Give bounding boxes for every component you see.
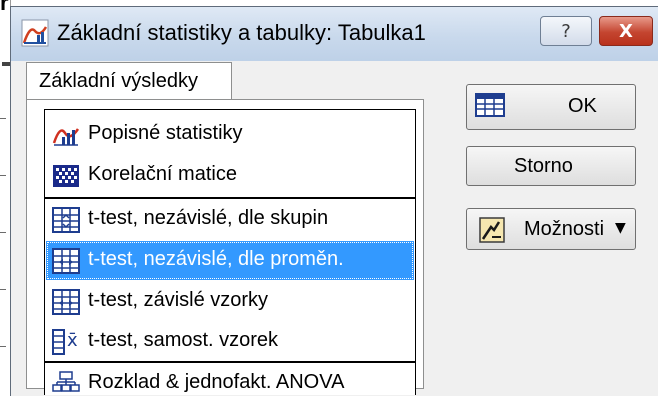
cancel-label: Storno xyxy=(514,155,573,177)
x-bar-symbol: x̄ xyxy=(67,330,78,351)
background-mark xyxy=(2,62,10,66)
background-partial-text: ř xyxy=(0,0,9,15)
cancel-button[interactable]: Storno xyxy=(466,146,636,186)
options-label: Možnosti xyxy=(524,218,605,240)
list-item-ttest-dle-promen[interactable]: t-test, nezávislé, dle proměn. xyxy=(46,241,414,280)
background-tick xyxy=(0,346,6,347)
background-tick xyxy=(0,175,6,176)
dropdown-arrow-icon: ▼ xyxy=(615,220,626,236)
background-tick xyxy=(0,232,6,233)
options-icon xyxy=(479,217,505,243)
ok-button[interactable]: OK xyxy=(466,84,636,130)
list-separator xyxy=(45,361,415,363)
descriptive-stats-icon xyxy=(52,128,80,146)
help-icon: ? xyxy=(561,20,571,42)
list-separator xyxy=(45,197,415,199)
list-item-ttest-zavisle[interactable]: t-test, závislé vzorky xyxy=(46,282,414,321)
tab-zakladni-vysledky[interactable]: Základní výsledky xyxy=(26,62,232,100)
list-item-anova[interactable]: Rozklad & jednofakt. ANOVA xyxy=(46,364,414,403)
close-icon: X xyxy=(619,20,633,42)
list-item-label: t-test, závislé vzorky xyxy=(88,289,269,311)
correlation-matrix-icon xyxy=(53,165,79,187)
ttest-dependent-icon xyxy=(52,289,80,315)
tab-label: Základní výsledky xyxy=(39,70,198,92)
anova-icon xyxy=(52,371,80,392)
list-item-popisne-statistiky[interactable]: Popisné statistiky xyxy=(46,115,414,154)
list-item-label: t-test, nezávislé, dle skupin xyxy=(88,207,329,229)
background-tick xyxy=(0,289,6,290)
list-item-label: t-test, nezávislé, dle proměn. xyxy=(88,248,344,270)
close-button[interactable]: X xyxy=(599,16,653,46)
ttest-variables-icon xyxy=(52,248,80,274)
options-button[interactable]: Možnosti ▼ xyxy=(466,208,636,250)
statistics-app-icon xyxy=(21,19,49,47)
list-item-korelacni-matice[interactable]: Korelační matice xyxy=(46,156,414,195)
ttest-groups-icon xyxy=(52,207,80,233)
list-item-ttest-samost[interactable]: x̄ t-test, samost. vzorek xyxy=(46,322,414,361)
title-bar[interactable]: Základní statistiky a tabulky: Tabulka1 … xyxy=(11,7,658,61)
list-item-label: Korelační matice xyxy=(88,163,237,185)
analysis-list[interactable]: Popisné statistiky Korelační matice t-te… xyxy=(44,109,416,395)
list-item-label: Rozklad & jednofakt. ANOVA xyxy=(88,371,345,393)
help-button[interactable]: ? xyxy=(540,16,592,46)
background-tick xyxy=(0,118,6,119)
list-item-ttest-dle-skupin[interactable]: t-test, nezávislé, dle skupin xyxy=(46,200,414,239)
list-item-label: Popisné statistiky xyxy=(88,122,243,144)
table-icon xyxy=(475,93,505,117)
ok-label: OK xyxy=(568,95,597,117)
dialog-title: Základní statistiky a tabulky: Tabulka1 xyxy=(57,20,426,45)
list-item-label: t-test, samost. vzorek xyxy=(88,329,279,351)
